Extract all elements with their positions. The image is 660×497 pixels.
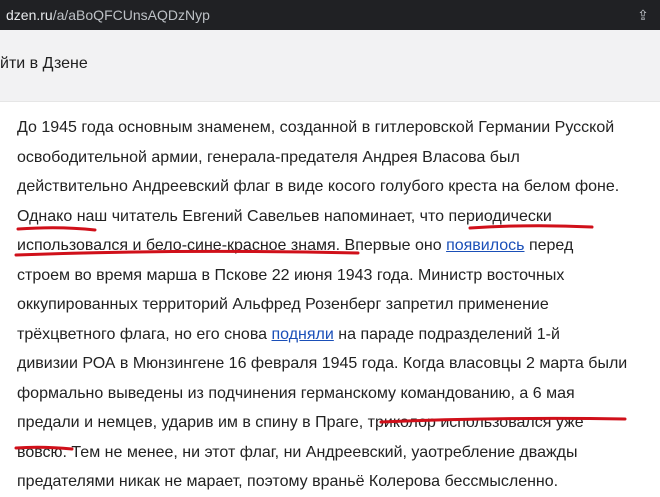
article-line: трёхцветного флага, но его снова подняли… [17, 320, 657, 350]
article-line: строем во время марша в Пскове 22 июня 1… [17, 266, 565, 284]
article-line: оккупированных территорий Альфред Розенб… [17, 296, 549, 313]
article-line: освободительной армии, генерала-предател… [17, 148, 520, 166]
article-text: на параде подразделений 1-й [333, 325, 560, 343]
article-text: использовался и бело-сине-красное знамя.… [17, 237, 447, 254]
login-label[interactable]: йти в Дзене [0, 55, 88, 73]
article-line: использовался и бело-сине-красное знамя.… [17, 231, 657, 261]
url-domain: dzen.ru [6, 7, 53, 23]
article-line: действительно Андреевский флаг в виде ко… [17, 178, 620, 195]
url-path: /a/aBoQFCUnsAQDzNyp [52, 7, 210, 23]
article-text: трёхцветного флага, но его снова [17, 325, 272, 343]
article-line: До 1945 года основным знаменем, созданно… [17, 119, 615, 136]
article-line: предали и немцев, ударив им в спину в Пр… [17, 414, 584, 431]
login-banner[interactable]: йти в Дзене [0, 30, 660, 102]
article-line: вовсю. Тем не менее, ни этот флаг, ни Ан… [17, 443, 578, 461]
browser-address-bar[interactable]: dzen.ru/a/aBoQFCUnsAQDzNyp ⇪ [0, 0, 660, 30]
link-appeared[interactable]: появилось [446, 237, 524, 254]
article-body: До 1945 года основным знаменем, созданно… [17, 113, 657, 497]
share-icon[interactable]: ⇪ [632, 4, 654, 26]
article-text: перед [524, 237, 574, 254]
link-raised[interactable]: подняли [272, 326, 334, 343]
article-line: дивизии РОА в Мюнзингене 16 февраля 1945… [17, 355, 628, 372]
article-line: формально выведены из подчинения германс… [17, 384, 575, 402]
article-line: предателями никак не марает, поэтому вра… [17, 473, 559, 490]
article-line: Однако наш читатель Евгений Савельев нап… [17, 207, 552, 225]
